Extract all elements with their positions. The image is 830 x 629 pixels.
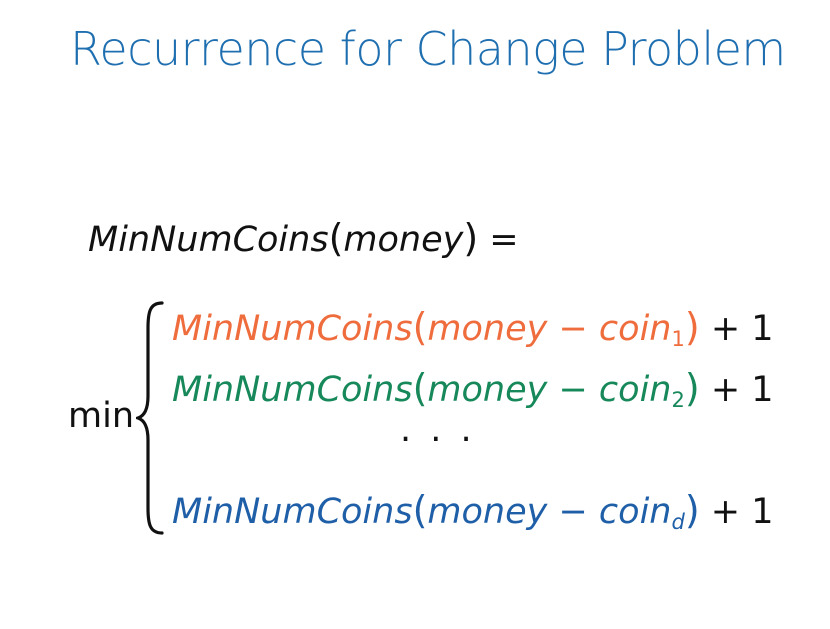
case2-subscript: 2 xyxy=(671,388,685,412)
case-coin-d: MinNumCoins(money − coind) + 1 xyxy=(172,488,774,534)
lhs-function: MinNumCoins xyxy=(88,220,329,260)
min-operator: min xyxy=(68,396,135,436)
case1-money: money xyxy=(427,309,548,349)
case3-minus: − xyxy=(547,492,599,532)
case-coin-1: MinNumCoins(money − coin1) + 1 xyxy=(172,305,774,351)
case2-close-paren: ) xyxy=(684,366,700,410)
ellipsis: · · · xyxy=(400,420,476,460)
left-brace xyxy=(136,301,164,535)
case3-close-paren: ) xyxy=(684,488,700,532)
case1-minus: − xyxy=(547,309,599,349)
case1-close-paren: ) xyxy=(684,305,700,349)
case1-function: MinNumCoins xyxy=(172,309,413,349)
case2-money: money xyxy=(427,370,548,410)
case3-open-paren: ( xyxy=(412,488,428,532)
lhs-close-paren: ) xyxy=(463,216,479,260)
case2-function: MinNumCoins xyxy=(172,370,413,410)
case3-function: MinNumCoins xyxy=(172,492,413,532)
case-coin-2: MinNumCoins(money − coin2) + 1 xyxy=(172,366,774,412)
lhs-argument: money xyxy=(343,220,464,260)
slide: Recurrence for Change Problem MinNumCoin… xyxy=(0,0,830,629)
case3-coin: coin xyxy=(598,492,672,532)
slide-title: Recurrence for Change Problem xyxy=(70,22,786,76)
case1-open-paren: ( xyxy=(412,305,428,349)
case2-minus: − xyxy=(547,370,599,410)
case2-plus-one: + 1 xyxy=(699,370,774,410)
case1-subscript: 1 xyxy=(671,327,685,351)
case1-coin: coin xyxy=(598,309,672,349)
case3-money: money xyxy=(427,492,548,532)
case1-plus-one: + 1 xyxy=(699,309,774,349)
equation-lhs: MinNumCoins(money) = xyxy=(88,216,519,260)
case2-open-paren: ( xyxy=(412,366,428,410)
equals-sign: = xyxy=(478,220,519,260)
case3-plus-one: + 1 xyxy=(699,492,774,532)
lhs-open-paren: ( xyxy=(328,216,344,260)
case3-subscript: d xyxy=(671,510,685,534)
case2-coin: coin xyxy=(598,370,672,410)
